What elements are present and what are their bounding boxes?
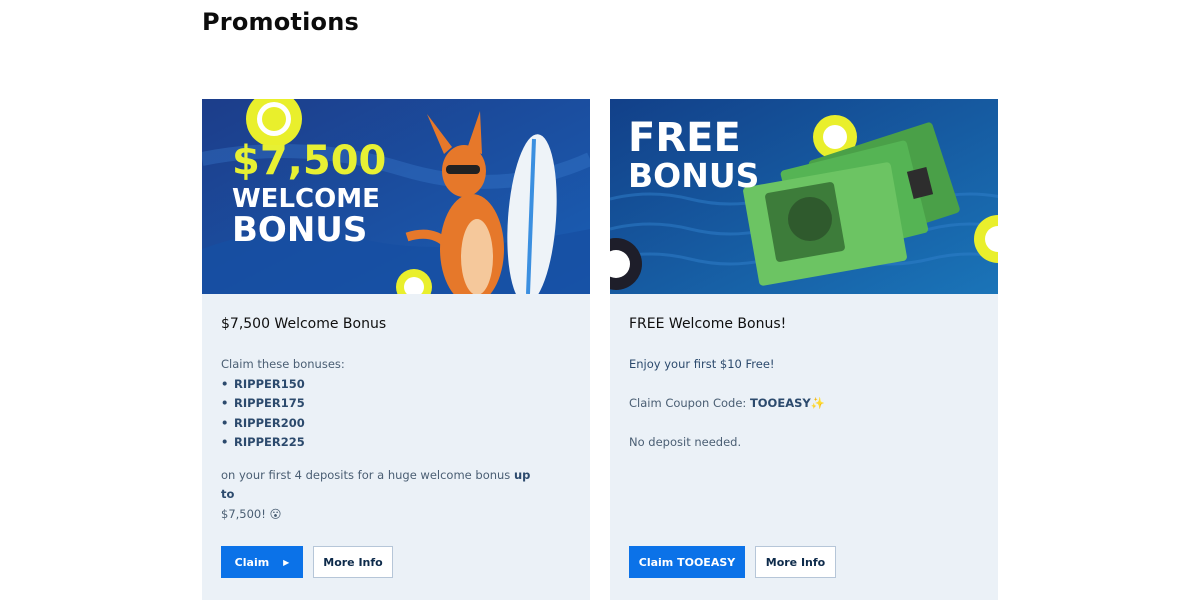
coupon-line: Claim Coupon Code: TOOEASY✨ xyxy=(629,396,826,410)
svg-text:BONUS: BONUS xyxy=(232,210,367,250)
svg-text:BONUS: BONUS xyxy=(628,156,759,195)
bonus-code-item: RIPPER175 xyxy=(221,394,541,414)
promo-title: FREE Welcome Bonus! xyxy=(629,316,787,332)
bonus-code-item: RIPPER225 xyxy=(221,433,541,453)
promo-card-welcome: $7,500 WELCOME BONUS $7,500 Welcome Bonu… xyxy=(202,99,590,600)
promo-description: Enjoy your first $10 Free! Claim Coupon … xyxy=(629,355,949,453)
promo-line-1: Enjoy your first $10 Free! xyxy=(629,357,775,371)
svg-text:$7,500: $7,500 xyxy=(232,138,386,184)
bonus-code-item: RIPPER200 xyxy=(221,414,541,434)
sparkle-icon: ✨ xyxy=(810,396,826,410)
more-info-button[interactable]: More Info xyxy=(755,546,836,578)
promo-outro: on your first 4 deposits for a huge welc… xyxy=(221,467,531,521)
claim-button[interactable]: Claim ▶ xyxy=(221,546,303,578)
promo-card-free: FREE BONUS FREE Welcome Bonus! Enjoy you… xyxy=(610,99,998,600)
promo-description: Claim these bonuses: RIPPER150 RIPPER175… xyxy=(221,355,541,524)
promo-banner-free[interactable]: FREE BONUS xyxy=(610,99,998,294)
svg-text:FREE: FREE xyxy=(628,115,741,161)
promo-banner-welcome[interactable]: $7,500 WELCOME BONUS xyxy=(202,99,590,294)
page-title: Promotions xyxy=(202,8,359,36)
coupon-code: TOOEASY xyxy=(749,396,811,410)
bonus-code-item: RIPPER150 xyxy=(221,375,541,395)
claim-tooeasy-button[interactable]: Claim TOOEASY xyxy=(629,546,745,578)
chevron-right-icon: ▶ xyxy=(283,557,290,567)
more-info-button[interactable]: More Info xyxy=(313,546,393,578)
promo-title: $7,500 Welcome Bonus xyxy=(221,316,387,332)
promo-line-3: No deposit needed. xyxy=(629,435,742,449)
promo-intro: Claim these bonuses: xyxy=(221,357,345,371)
bonus-code-list: RIPPER150 RIPPER175 RIPPER200 RIPPER225 xyxy=(221,375,541,453)
